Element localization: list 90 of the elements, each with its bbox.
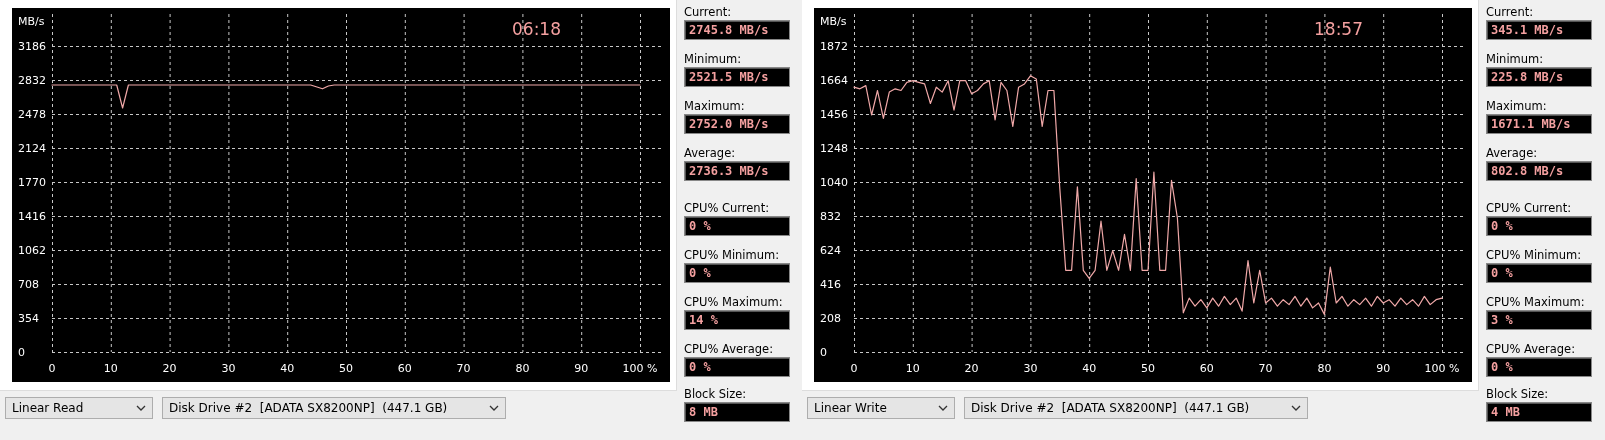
y-tick-label: 1872 xyxy=(820,40,848,53)
stat-label: Minimum: xyxy=(684,51,742,67)
stat-value-field: 3 % xyxy=(1486,310,1592,330)
stat-label: CPU% Average: xyxy=(684,341,774,357)
x-tick-label: 0 xyxy=(48,362,56,375)
y-tick-label: 1416 xyxy=(18,210,46,223)
axis-unit-label: MB/s xyxy=(18,15,45,28)
stat-value-field: 802.8 MB/s xyxy=(1486,161,1592,181)
elapsed-time: 06:18 xyxy=(512,19,561,39)
stat-value-field: 2752.0 MB/s xyxy=(684,114,790,134)
y-tick-label: 2832 xyxy=(18,74,46,87)
stat-value-field: 0 % xyxy=(684,263,790,283)
stat-value-field: 225.8 MB/s xyxy=(1486,67,1592,87)
stat-label: Minimum: xyxy=(1486,51,1544,67)
x-tick-label: 40 xyxy=(280,362,295,375)
y-tick-label: 1456 xyxy=(820,108,848,121)
dropdown[interactable]: Disk Drive #2 [ADATA SX8200NP] (447.1 GB) xyxy=(162,397,506,419)
stat-value-field: 14 % xyxy=(684,310,790,330)
stat-value-field: 2745.8 MB/s xyxy=(684,20,790,40)
chevron-down-icon xyxy=(938,405,948,411)
stat-value-field: 2521.5 MB/s xyxy=(684,67,790,87)
x-tick-label: 80 xyxy=(515,362,530,375)
stat-label: Maximum: xyxy=(1486,98,1547,114)
y-tick-label: 208 xyxy=(820,312,841,325)
stat-label: Average: xyxy=(684,145,736,161)
stat-value-field: 0 % xyxy=(1486,216,1592,236)
x-tick-label: 10 xyxy=(103,362,118,375)
y-tick-label: 3186 xyxy=(18,40,46,53)
stat-label: Block Size: xyxy=(684,386,747,402)
chevron-down-icon xyxy=(136,405,146,411)
x-tick-label: 30 xyxy=(1023,362,1038,375)
stat-label: CPU% Average: xyxy=(1486,341,1576,357)
y-tick-label: 1770 xyxy=(18,176,46,189)
y-tick-label: 832 xyxy=(820,210,841,223)
stat-value-field: 4 MB xyxy=(1486,402,1592,422)
stat-label: CPU% Current: xyxy=(1486,200,1572,216)
stat-label: CPU% Maximum: xyxy=(1486,294,1585,310)
y-tick-label: 1062 xyxy=(18,244,46,257)
x-tick-label: 70 xyxy=(1258,362,1273,375)
stat-label: CPU% Minimum: xyxy=(1486,247,1582,263)
y-tick-label: 1664 xyxy=(820,74,848,87)
stat-label: CPU% Minimum: xyxy=(684,247,780,263)
elapsed-time: 18:57 xyxy=(1314,19,1363,39)
y-tick-label: 624 xyxy=(820,244,841,257)
y-tick-label: 2478 xyxy=(18,108,46,121)
stat-label: CPU% Current: xyxy=(684,200,770,216)
x-tick-label: 0 xyxy=(850,362,858,375)
stat-value-field: 2736.3 MB/s xyxy=(684,161,790,181)
y-tick-label: 416 xyxy=(820,278,841,291)
dropdown[interactable]: Disk Drive #2 [ADATA SX8200NP] (447.1 GB) xyxy=(964,397,1308,419)
x-tick-label: 60 xyxy=(1199,362,1214,375)
stat-value-field: 8 MB xyxy=(684,402,790,422)
x-tick-label: 100 % xyxy=(622,362,658,375)
y-tick-label: 1040 xyxy=(820,176,848,189)
stat-value-field: 1671.1 MB/s xyxy=(1486,114,1592,134)
x-tick-label: 90 xyxy=(574,362,589,375)
stat-value-field: 0 % xyxy=(1486,263,1592,283)
stat-label: Average: xyxy=(1486,145,1538,161)
x-tick-label: 90 xyxy=(1376,362,1391,375)
y-tick-label: 0 xyxy=(18,346,25,359)
x-tick-label: 40 xyxy=(1082,362,1097,375)
chevron-down-icon xyxy=(1291,405,1301,411)
stat-value-field: 0 % xyxy=(684,357,790,377)
stat-label: CPU% Maximum: xyxy=(684,294,783,310)
dropdown[interactable]: Linear Write xyxy=(807,397,955,419)
x-tick-label: 100 % xyxy=(1424,362,1460,375)
x-tick-label: 20 xyxy=(964,362,979,375)
stat-value-field: 345.1 MB/s xyxy=(1486,20,1592,40)
x-tick-label: 50 xyxy=(1141,362,1155,375)
y-tick-label: 354 xyxy=(18,312,39,325)
axis-unit-label: MB/s xyxy=(820,15,847,28)
chevron-down-icon xyxy=(489,405,499,411)
y-tick-label: 0 xyxy=(820,346,827,359)
stat-label: Current: xyxy=(684,4,732,20)
y-tick-label: 1248 xyxy=(820,142,848,155)
stat-label: Maximum: xyxy=(684,98,745,114)
y-tick-label: 2124 xyxy=(18,142,46,155)
x-tick-label: 60 xyxy=(397,362,412,375)
stat-label: Current: xyxy=(1486,4,1534,20)
x-tick-label: 10 xyxy=(905,362,920,375)
stat-label: Block Size: xyxy=(1486,386,1549,402)
stat-value-field: 0 % xyxy=(1486,357,1592,377)
x-tick-label: 50 xyxy=(339,362,353,375)
stat-value-field: 0 % xyxy=(684,216,790,236)
x-tick-label: 30 xyxy=(221,362,236,375)
y-tick-label: 708 xyxy=(18,278,39,291)
x-tick-label: 70 xyxy=(456,362,471,375)
x-tick-label: 20 xyxy=(162,362,177,375)
x-tick-label: 80 xyxy=(1317,362,1332,375)
dropdown[interactable]: Linear Read xyxy=(5,397,153,419)
